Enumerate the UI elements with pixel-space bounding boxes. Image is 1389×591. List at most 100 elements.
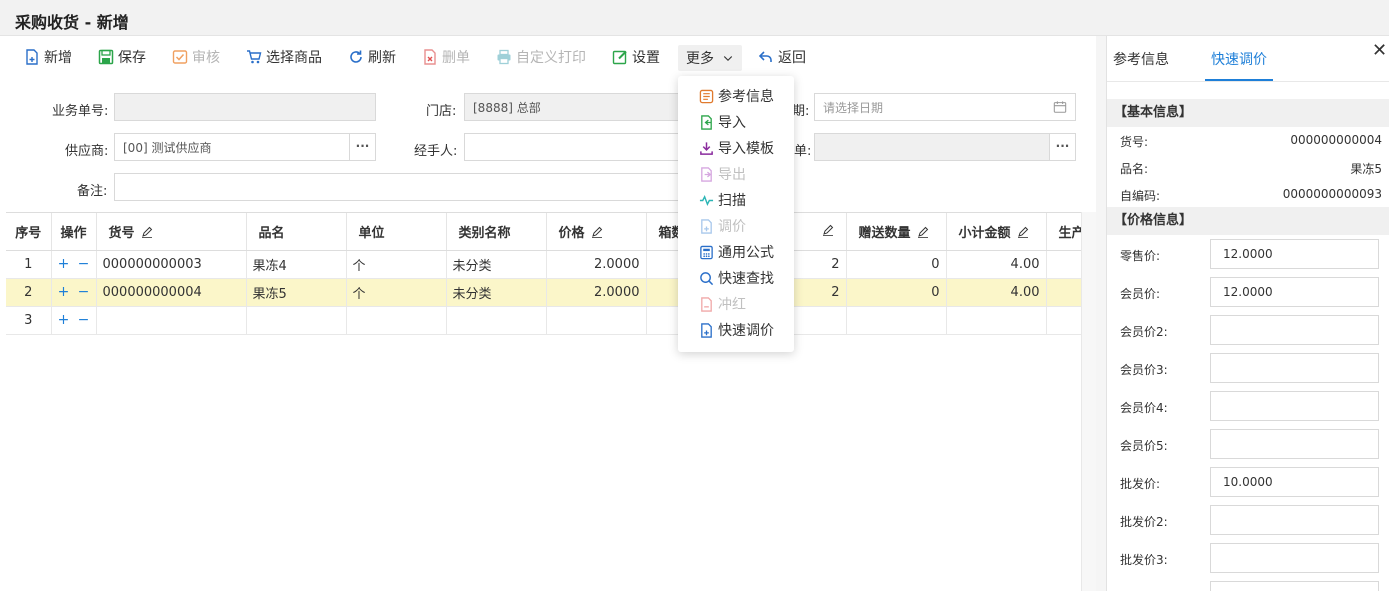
store-field[interactable]: [8888] 总部	[464, 93, 686, 121]
supplier-lookup-button[interactable]: ···	[349, 134, 375, 160]
price-info-header: 【价格信息】	[1107, 207, 1389, 235]
col-subtotal[interactable]: 小计金额	[946, 213, 1047, 251]
cell-subtotal[interactable]: 4.00	[946, 250, 1047, 279]
col-prod-date: 生产日	[1046, 213, 1081, 251]
tab-divider	[1107, 81, 1389, 82]
table-row[interactable]: 1 + − 000000000003 果冻4 个 未分类 2.0000 2 0 …	[6, 250, 1081, 279]
col-gift-qty[interactable]: 赠送数量	[846, 213, 947, 251]
remove-row-button[interactable]: −	[78, 284, 90, 300]
add-row-button[interactable]: +	[58, 256, 70, 272]
add-row-button[interactable]: +	[58, 312, 70, 328]
price-input-wholesale2[interactable]	[1210, 505, 1379, 535]
cell-gift[interactable]: 0	[846, 250, 947, 279]
audit-button[interactable]: 审核	[172, 46, 220, 68]
cell-price[interactable]: 2.0000	[546, 250, 647, 279]
basic-info-header: 【基本信息】	[1107, 99, 1389, 127]
cell-prod-date[interactable]	[1046, 306, 1081, 335]
col-code[interactable]: 货号	[96, 213, 247, 251]
menu-label: 调价	[718, 219, 746, 235]
price-input-retail[interactable]: 12.0000	[1210, 239, 1379, 269]
delete-button[interactable]: 删单	[422, 46, 470, 68]
main-area: 新增 保存 审核 选择商品 刷新 删单 自定义打印 设置 更多 返回 业务单号:…	[0, 36, 1096, 591]
price-input-wholesale[interactable]: 10.0000	[1210, 467, 1379, 497]
price-input-member5[interactable]	[1210, 429, 1379, 459]
menu-item-reference-info[interactable]: 参考信息	[678, 83, 794, 109]
handler-field[interactable]	[464, 133, 686, 161]
price-input-partial[interactable]	[1210, 581, 1379, 591]
select-goods-button[interactable]: 选择商品	[246, 46, 322, 68]
tab-quick-price[interactable]: 快速调价	[1211, 49, 1267, 69]
menu-item-quick-search[interactable]: 快速查找	[678, 265, 794, 291]
doc-field[interactable]: ···	[814, 133, 1076, 161]
page-title: 采购收货 - 新增	[15, 13, 129, 32]
download-icon	[700, 141, 713, 155]
quick-adjust-icon	[701, 322, 712, 338]
order-no-field[interactable]	[114, 93, 376, 121]
price-input-member3[interactable]	[1210, 353, 1379, 383]
add-row-button[interactable]: +	[58, 284, 70, 300]
new-doc-icon	[26, 49, 38, 65]
tab-reference-info[interactable]: 参考信息	[1113, 49, 1169, 69]
remark-field[interactable]	[114, 173, 686, 201]
cell-price[interactable]	[546, 306, 647, 335]
menu-item-adjust-price[interactable]: 调价	[678, 213, 794, 239]
price-input-member4[interactable]	[1210, 391, 1379, 421]
date-picker[interactable]: 请选择日期	[814, 93, 1076, 121]
menu-item-quick-adjust-price[interactable]: 快速调价	[678, 317, 794, 343]
reverse-icon	[701, 296, 712, 312]
settings-button[interactable]: 设置	[612, 46, 660, 68]
more-label: 更多	[686, 51, 714, 67]
cell-code[interactable]: 000000000004	[96, 278, 247, 307]
table-header-row: 序号 操作 货号 品名 单位 类别名称 价格 箱数 赠送数量 小计金额 生产日	[6, 213, 1081, 251]
cell-prod-date[interactable]	[1046, 250, 1081, 279]
cell-code[interactable]: 000000000003	[96, 250, 247, 279]
cell-price[interactable]: 2.0000	[546, 278, 647, 307]
col-code-label: 货号	[108, 225, 135, 241]
save-button[interactable]: 保存	[98, 46, 146, 68]
cell-op: + −	[51, 306, 97, 335]
more-button[interactable]: 更多	[678, 45, 742, 71]
close-icon[interactable]: ✕	[1372, 40, 1387, 61]
menu-item-reverse[interactable]: 冲红	[678, 291, 794, 317]
cell-op: + −	[51, 278, 97, 307]
table-row-selected[interactable]: 2 + − 000000000004 果冻5 个 未分类 2.0000 2 0 …	[6, 278, 1081, 307]
price-input-wholesale3[interactable]	[1210, 543, 1379, 573]
info-selfcode-value: 0000000000093	[1282, 187, 1382, 201]
save-icon	[98, 49, 114, 65]
menu-item-scan[interactable]: 扫描	[678, 187, 794, 213]
cell-category: 未分类	[446, 250, 547, 279]
cell-prod-date[interactable]	[1046, 278, 1081, 307]
cell-gift[interactable]	[846, 306, 947, 335]
cell-gift[interactable]: 0	[846, 278, 947, 307]
audit-label: 审核	[192, 50, 220, 66]
menu-item-import-template[interactable]: 导入模板	[678, 135, 794, 161]
supplier-field[interactable]: [00] 测试供应商 ···	[114, 133, 376, 161]
remove-row-button[interactable]: −	[78, 256, 90, 272]
new-label: 新增	[44, 50, 72, 66]
menu-item-import[interactable]: 导入	[678, 109, 794, 135]
cell-unit	[346, 306, 447, 335]
info-code-row: 货号: 000000000004	[1120, 133, 1382, 150]
info-name-label: 品名:	[1120, 162, 1149, 176]
cell-code[interactable]	[96, 306, 247, 335]
table-row[interactable]: 3 + −	[6, 306, 1081, 335]
price-input-member[interactable]: 12.0000	[1210, 277, 1379, 307]
info-name-row: 品名: 果冻5	[1120, 160, 1382, 177]
refresh-button[interactable]: 刷新	[348, 46, 396, 68]
new-button[interactable]: 新增	[24, 46, 72, 68]
cell-subtotal[interactable]: 4.00	[946, 278, 1047, 307]
back-button[interactable]: 返回	[758, 46, 806, 68]
grid-scrollbar[interactable]	[1081, 212, 1096, 591]
doc-lookup-button[interactable]: ···	[1049, 134, 1075, 160]
menu-item-formula[interactable]: 通用公式	[678, 239, 794, 265]
remove-row-button[interactable]: −	[78, 312, 90, 328]
menu-item-export[interactable]: 导出	[678, 161, 794, 187]
custom-print-button[interactable]: 自定义打印	[496, 46, 586, 68]
price-label: 批发价3:	[1120, 553, 1168, 567]
col-price[interactable]: 价格	[546, 213, 647, 251]
price-input-member2[interactable]	[1210, 315, 1379, 345]
refresh-label: 刷新	[368, 50, 396, 66]
cell-subtotal[interactable]	[946, 306, 1047, 335]
menu-label: 导出	[718, 167, 746, 183]
handler-label: 经手人:	[414, 144, 458, 159]
